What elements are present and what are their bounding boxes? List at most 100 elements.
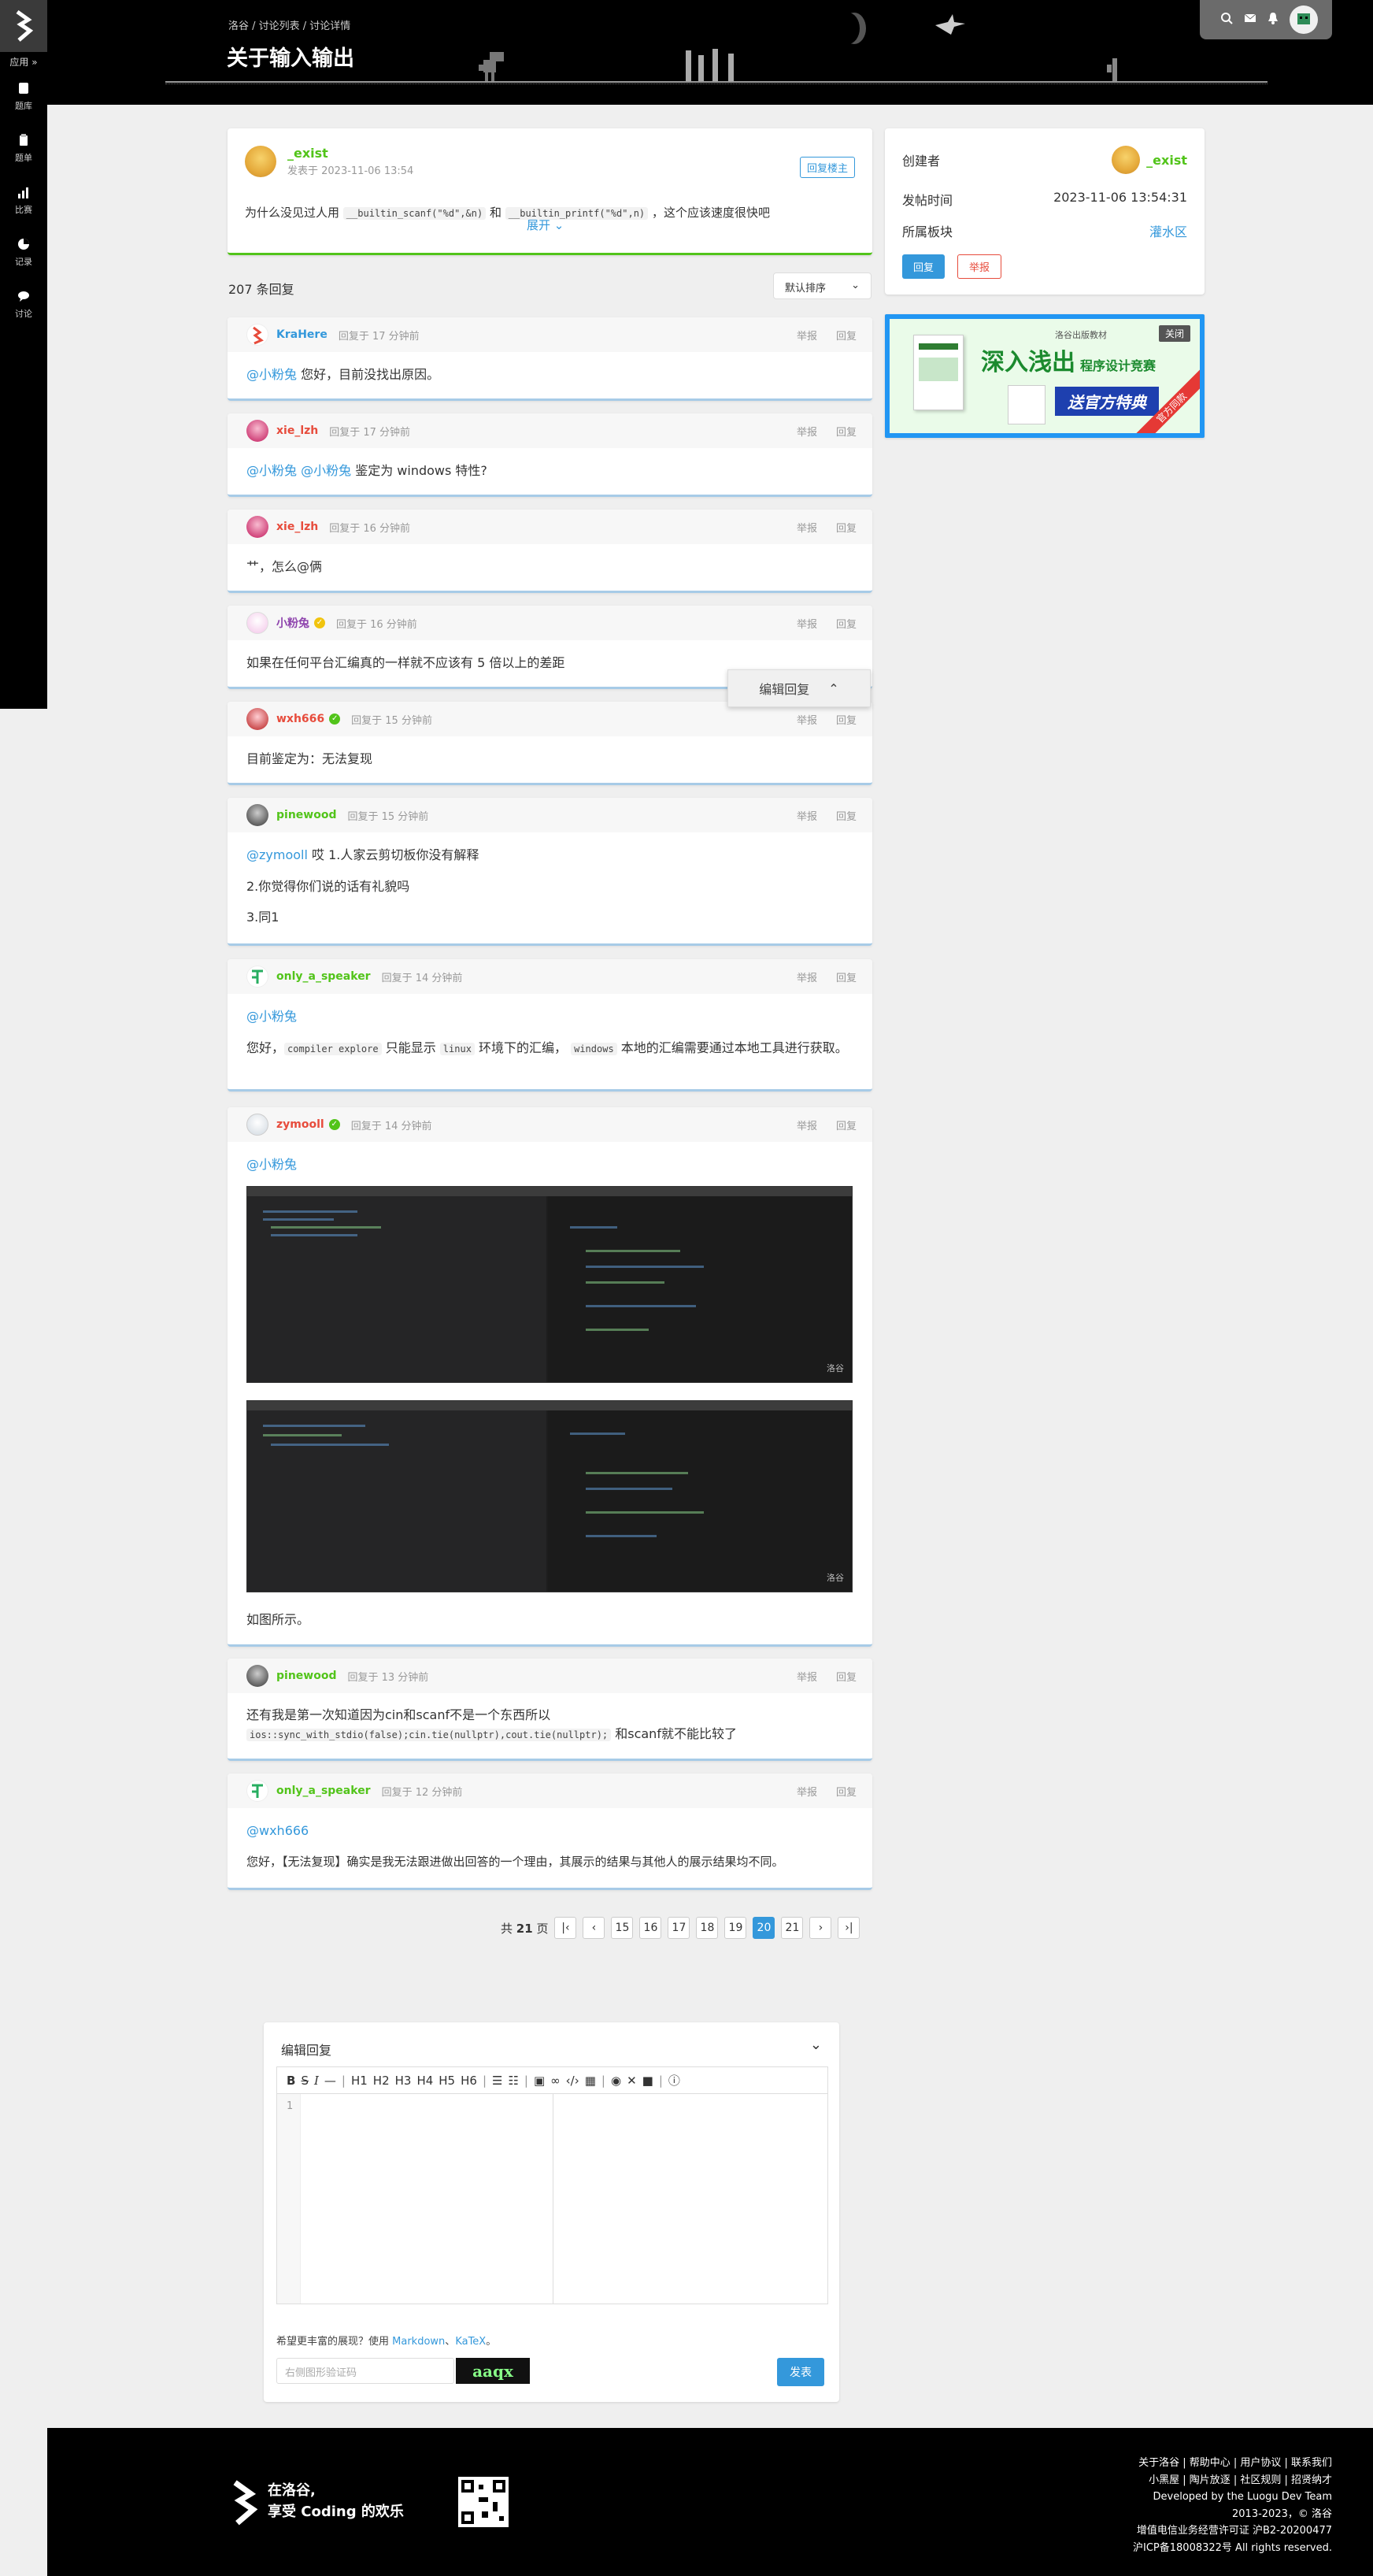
strike-button[interactable]: S [301,2074,309,2088]
floating-edit-reply-button[interactable]: 编辑回复 ⌃ [727,669,871,707]
reply-button[interactable]: 回复 [902,254,946,279]
h4-button[interactable]: H4 [416,2074,433,2088]
mention-link[interactable]: @小粉兔 [301,463,351,478]
first-page-button[interactable]: |‹ [554,1917,577,1939]
report-link[interactable]: 举报 [797,1784,817,1799]
reply-avatar[interactable] [246,1780,268,1802]
h6-button[interactable]: H6 [461,2074,477,2088]
reply-link[interactable]: 回复 [836,1669,857,1684]
mail-icon[interactable] [1244,13,1256,27]
reply-author[interactable]: only_a_speaker [276,1785,371,1797]
info-icon[interactable]: ⓘ [668,2072,680,2089]
reply-avatar[interactable] [246,612,268,634]
author-name[interactable]: _exist [287,146,413,161]
bullet-list-icon[interactable]: ☰ [492,2074,502,2088]
mention-link[interactable]: @小粉兔 [246,463,297,478]
reply-link[interactable]: 回复 [836,520,857,535]
reply-owner-button[interactable]: 回复楼主 [799,157,855,178]
ordered-list-icon[interactable]: ☷ [508,2074,518,2088]
bell-icon[interactable] [1268,12,1279,28]
bold-button[interactable]: B [287,2074,295,2088]
ad-banner[interactable]: 洛谷出版教材 深入浅出 程序设计竞赛 送官方特典 关闭 官方同款 [885,314,1205,438]
report-link[interactable]: 举报 [797,1669,817,1684]
mention-link[interactable]: @zymooll [246,847,308,862]
katex-link[interactable]: KaTeX [455,2336,486,2348]
page-16[interactable]: 16 [639,1917,662,1939]
image-icon[interactable]: ▣ [534,2074,545,2088]
report-link[interactable]: 举报 [797,1118,817,1132]
h2-button[interactable]: H2 [373,2074,390,2088]
mention-link[interactable]: @wxh666 [246,1823,309,1838]
page-20-current[interactable]: 20 [753,1917,775,1939]
h3-button[interactable]: H3 [395,2074,412,2088]
report-link[interactable]: 举报 [797,616,817,631]
reply-avatar[interactable] [246,324,268,346]
author-avatar[interactable] [245,146,276,177]
reply-link[interactable]: 回复 [836,969,857,984]
report-link[interactable]: 举报 [797,712,817,727]
apps-toggle[interactable]: 应用 » [0,52,47,71]
collapse-chevron-icon[interactable]: ⌄ [810,2037,822,2053]
breadcrumb[interactable]: 洛谷 / 讨论列表 / 讨论详情 [228,17,350,32]
reply-author[interactable]: only_a_speaker [276,970,371,983]
report-button[interactable]: 举报 [957,254,1002,279]
reply-avatar[interactable] [246,966,268,988]
mention-link[interactable]: @小粉兔 [246,367,297,382]
luogu-logo[interactable] [0,0,47,52]
reply-author[interactable]: wxh666 [276,713,324,725]
last-page-button[interactable]: ›| [838,1917,860,1939]
footer-license[interactable]: 增值电信业务经营许可证 沪B2-20200477 [1133,2522,1332,2540]
ad-close-button[interactable]: 关闭 [1158,325,1190,342]
reply-author[interactable]: xie_lzh [276,521,318,533]
preview-eye-icon[interactable]: ◉ [611,2074,621,2088]
reply-link[interactable]: 回复 [836,712,857,727]
submit-button[interactable]: 发表 [777,2358,824,2386]
page-21[interactable]: 21 [781,1917,804,1939]
nav-record[interactable]: 记录 [0,227,47,279]
footer-links[interactable]: 关于洛谷 | 帮助中心 | 用户协议 | 联系我们 [1133,2455,1332,2472]
reply-avatar[interactable] [246,804,268,826]
markdown-link[interactable]: Markdown [392,2336,445,2348]
reply-avatar[interactable] [246,420,268,442]
reply-author[interactable]: xie_lzh [276,424,318,437]
prev-page-button[interactable]: ‹ [583,1917,605,1939]
editor-textarea[interactable]: 1 [276,2093,828,2304]
reply-avatar[interactable] [246,708,268,730]
captcha-input[interactable]: 右侧图形验证码 [276,2358,454,2384]
creator-name[interactable]: _exist [1146,153,1187,168]
link-icon[interactable]: ∞ [550,2074,561,2088]
reply-author[interactable]: pinewood [276,809,336,821]
page-19[interactable]: 19 [724,1917,747,1939]
page-17[interactable]: 17 [668,1917,690,1939]
reply-author[interactable]: 小粉兔 [276,615,309,631]
reply-author[interactable]: KraHere [276,328,328,341]
report-link[interactable]: 举报 [797,969,817,984]
report-link[interactable]: 举报 [797,424,817,439]
expand-link[interactable]: 展开 ⌄ [527,217,564,233]
table-icon[interactable]: ▦ [585,2074,596,2088]
lock-icon[interactable]: ■ [642,2074,653,2088]
reply-avatar[interactable] [246,516,268,538]
report-link[interactable]: 举报 [797,808,817,823]
footer-icp[interactable]: 沪ICP备18008322号 All rights reserved. [1133,2540,1332,2557]
nav-contest[interactable]: 比赛 [0,175,47,227]
user-avatar[interactable] [1290,6,1318,34]
next-page-button[interactable]: › [809,1917,832,1939]
reply-link[interactable]: 回复 [836,808,857,823]
report-link[interactable]: 举报 [797,328,817,343]
reply-link[interactable]: 回复 [836,1118,857,1132]
nav-discuss[interactable]: 讨论 [0,279,47,331]
reply-avatar[interactable] [246,1665,268,1687]
nav-training[interactable]: 题单 [0,123,47,175]
sort-select[interactable]: 默认排序 ⌄ [773,272,872,299]
reply-link[interactable]: 回复 [836,328,857,343]
reply-avatar[interactable] [246,1114,268,1136]
screenshot-image[interactable]: 洛谷 [246,1399,853,1592]
reply-link[interactable]: 回复 [836,424,857,439]
italic-button[interactable]: I [314,2074,319,2088]
h1-button[interactable]: H1 [351,2074,368,2088]
captcha-image[interactable]: aaqx [456,2358,530,2384]
search-icon[interactable] [1220,12,1233,28]
reply-link[interactable]: 回复 [836,616,857,631]
h5-button[interactable]: H5 [439,2074,455,2088]
